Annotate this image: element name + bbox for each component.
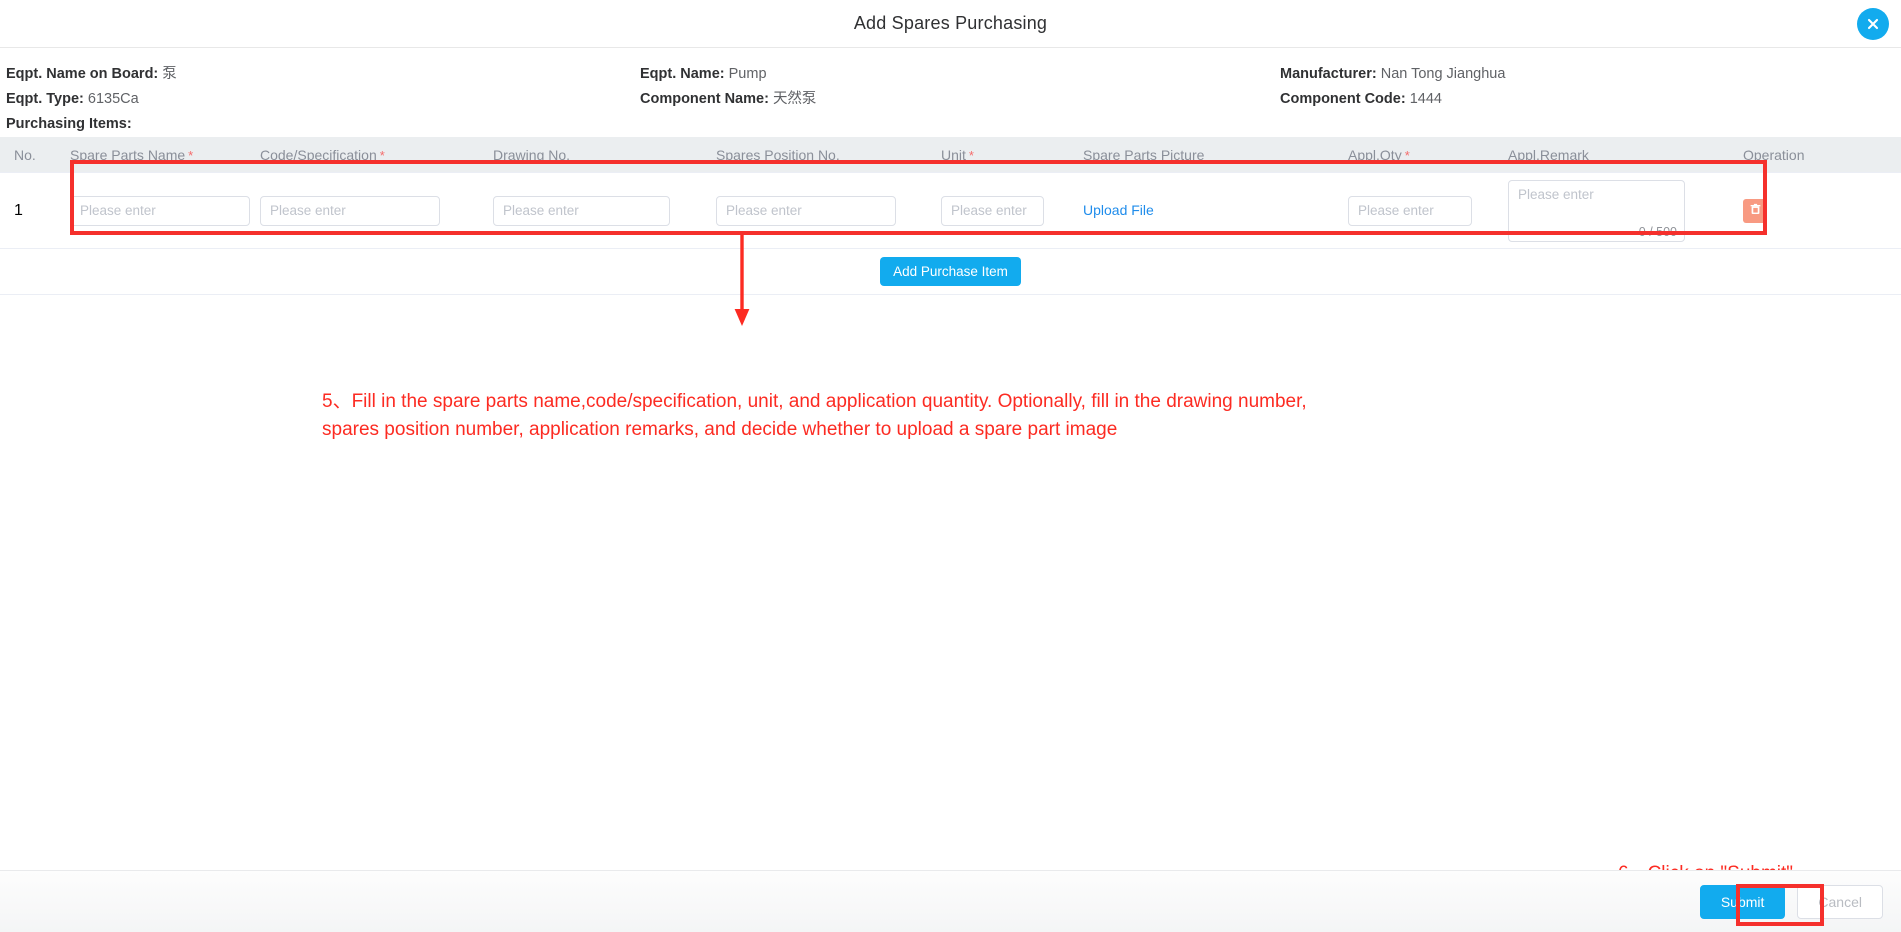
- info-label: Eqpt. Type:: [6, 91, 84, 107]
- column-label: Spares Position No.: [716, 146, 840, 163]
- info-eqpt-type: Eqpt. Type: 6135Ca: [0, 87, 640, 112]
- info-label: Component Name:: [640, 91, 769, 107]
- column-header-spare-parts-name: Spare Parts Name *: [70, 147, 260, 163]
- info-component-code: Component Code: 1444: [1280, 87, 1880, 112]
- cell-code-specification: [260, 195, 493, 226]
- info-label: Manufacturer:: [1280, 66, 1377, 82]
- cell-operation: [1743, 198, 1901, 223]
- required-marker: *: [968, 147, 974, 163]
- annotation-step-5: 5、Fill in the spare parts name,code/spec…: [322, 391, 1307, 440]
- column-label: No.: [14, 146, 36, 163]
- code-specification-input[interactable]: [260, 195, 440, 226]
- table-row: 1 Upload File: [0, 173, 1901, 249]
- column-header-unit: Unit *: [941, 147, 1083, 163]
- info-label: Component Code:: [1280, 91, 1406, 107]
- delete-row-button[interactable]: [1743, 198, 1767, 223]
- add-spares-purchasing-dialog: Add Spares Purchasing Eqpt. Name on Boar…: [0, 0, 1901, 932]
- info-eqpt-name-on-board: Eqpt. Name on Board: 泵: [0, 62, 640, 87]
- column-label: Drawing No.: [493, 146, 571, 163]
- info-row: Eqpt. Type: 6135Ca Component Name: 天然泵 C…: [0, 87, 1901, 112]
- trash-icon: [1749, 203, 1762, 219]
- column-header-code-specification: Code/Specification *: [260, 147, 493, 163]
- info-value: Nan Tong Jianghua: [1380, 66, 1506, 82]
- cell-appl-remark: 0 / 500: [1508, 179, 1743, 242]
- close-icon: [1865, 16, 1881, 32]
- spare-parts-name-input[interactable]: [70, 195, 250, 226]
- required-marker: *: [1404, 147, 1410, 163]
- cell-spare-parts-name: [70, 195, 260, 226]
- column-header-no: No.: [0, 147, 70, 163]
- info-component-name: Component Name: 天然泵: [640, 87, 1280, 112]
- cell-spare-parts-picture: Upload File: [1083, 202, 1348, 220]
- add-purchase-item-bar: Add Purchase Item: [0, 249, 1901, 295]
- cancel-button[interactable]: Cancel: [1797, 884, 1883, 919]
- purchasing-items-table: No. Spare Parts Name * Code/Specification…: [0, 137, 1901, 295]
- column-label: Appl.Remark: [1508, 146, 1589, 163]
- info-value: 泵: [162, 66, 177, 82]
- column-header-spares-position-no: Spares Position No.: [716, 147, 941, 163]
- column-header-appl-remark: Appl.Remark: [1508, 147, 1743, 163]
- info-manufacturer: Manufacturer: Nan Tong Jianghua: [1280, 62, 1880, 87]
- cell-appl-qty: [1348, 195, 1508, 226]
- close-button[interactable]: [1857, 8, 1889, 40]
- appl-qty-input[interactable]: [1348, 195, 1472, 226]
- equipment-info: Eqpt. Name on Board: 泵 Eqpt. Name: Pump …: [0, 48, 1901, 137]
- annotation-step-6: 6、Click on "Submit": [1618, 860, 1878, 870]
- column-label: Appl.Qty: [1348, 146, 1402, 163]
- info-value: 1444: [1409, 91, 1442, 107]
- column-header-spare-parts-picture: Spare Parts Picture: [1083, 147, 1348, 163]
- column-label: Spare Parts Name: [70, 146, 186, 163]
- upload-file-link[interactable]: Upload File: [1083, 202, 1154, 218]
- table-header-row: No. Spare Parts Name * Code/Specification…: [0, 137, 1901, 173]
- drawing-no-input[interactable]: [493, 195, 670, 226]
- column-label: Spare Parts Picture: [1083, 146, 1205, 163]
- cell-spares-position-no: [716, 195, 941, 226]
- info-row: Eqpt. Name on Board: 泵 Eqpt. Name: Pump …: [0, 62, 1901, 87]
- info-value: 天然泵: [772, 91, 817, 107]
- cell-drawing-no: [493, 195, 716, 226]
- column-label: Code/Specification: [260, 146, 377, 163]
- info-value: 6135Ca: [87, 91, 139, 107]
- appl-remark-wrapper: 0 / 500: [1508, 179, 1685, 242]
- purchasing-items-label: Purchasing Items:: [6, 116, 132, 132]
- required-marker: *: [188, 147, 194, 163]
- info-value: Pump: [728, 66, 767, 82]
- column-header-operation: Operation: [1743, 147, 1901, 163]
- annotation-arrow-down: [734, 235, 750, 326]
- column-label: Unit: [941, 146, 966, 163]
- info-eqpt-name: Eqpt. Name: Pump: [640, 62, 1280, 87]
- cell-unit: [941, 195, 1083, 226]
- spares-position-no-input[interactable]: [716, 195, 896, 226]
- add-purchase-item-button[interactable]: Add Purchase Item: [880, 257, 1021, 286]
- unit-input[interactable]: [941, 195, 1044, 226]
- info-label: Eqpt. Name:: [640, 66, 725, 82]
- dialog-footer: Submit Cancel: [0, 870, 1901, 932]
- dialog-body: Eqpt. Name on Board: 泵 Eqpt. Name: Pump …: [0, 48, 1901, 870]
- required-marker: *: [379, 147, 385, 163]
- cell-row-number: 1: [14, 201, 23, 219]
- submit-button[interactable]: Submit: [1699, 884, 1786, 919]
- column-label: Operation: [1743, 146, 1805, 163]
- info-label: Eqpt. Name on Board:: [6, 66, 159, 82]
- dialog-title: Add Spares Purchasing: [853, 13, 1048, 33]
- dialog-titlebar: Add Spares Purchasing: [0, 0, 1901, 48]
- column-header-appl-qty: Appl.Qty *: [1348, 147, 1508, 163]
- column-header-drawing-no: Drawing No.: [493, 147, 716, 163]
- appl-remark-textarea[interactable]: [1508, 179, 1685, 242]
